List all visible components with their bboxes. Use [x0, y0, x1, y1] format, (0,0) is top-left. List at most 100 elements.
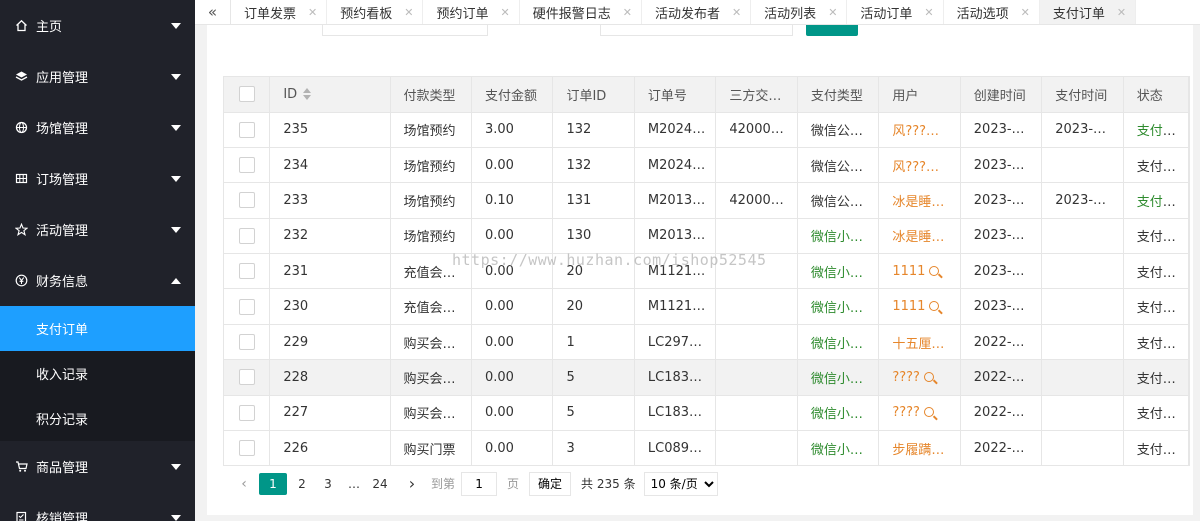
tab-activity-publishers[interactable]: 活动发布者 ✕	[642, 0, 752, 24]
column-header-created: 创建时间	[960, 77, 1043, 113]
sort-icon[interactable]	[303, 88, 312, 101]
cell-status-text: 支付失败	[1136, 442, 1189, 458]
cell-status-text: 支付成功	[1136, 194, 1189, 210]
page-size-select[interactable]: 10 条/页	[643, 471, 718, 496]
search-input[interactable]	[322, 25, 488, 36]
row-checkbox[interactable]	[238, 227, 255, 244]
tab-booking-orders[interactable]: 预约订单 ✕	[423, 0, 520, 24]
tab-label: 订单发票	[244, 6, 297, 22]
page-button-2[interactable]: 2	[291, 473, 313, 495]
chevron-right-icon[interactable]: ›	[401, 473, 423, 495]
cell-user[interactable]: 冰是睡…	[878, 218, 961, 255]
select-all-checkbox[interactable]	[238, 86, 255, 103]
row-checkbox[interactable]	[238, 192, 255, 209]
cell-user[interactable]: 1111	[878, 288, 961, 325]
tab-hardware-alarm-log[interactable]: 硬件报警日志 ✕	[520, 0, 642, 24]
close-icon[interactable]: ✕	[732, 6, 741, 19]
cell-order-no: LC183…	[634, 359, 717, 396]
table-row: 226 购买门票 0.00 3 LC089… 微信小… 步履蹒… 2022-… 支付失败	[224, 430, 1190, 467]
tab-booking-board[interactable]: 预约看板 ✕	[327, 0, 424, 24]
tabs-scroll-left-icon[interactable]: «	[195, 0, 231, 24]
row-checkbox[interactable]	[238, 334, 255, 351]
star-icon	[14, 223, 28, 236]
tab-label: 活动选项	[956, 6, 1009, 22]
sidebar-item-payment-orders[interactable]: 支付订单	[0, 306, 195, 351]
cell-user[interactable]: 1111	[878, 253, 961, 290]
search-button[interactable]	[806, 25, 858, 36]
cell-status: 支付失败	[1123, 288, 1190, 325]
tab-activity-orders[interactable]: 活动订单 ✕	[847, 0, 944, 24]
row-checkbox[interactable]	[238, 440, 255, 457]
cell-id: 235	[269, 112, 391, 148]
close-icon[interactable]: ✕	[623, 6, 632, 19]
sidebar-item-bookings[interactable]: 订场管理	[0, 153, 195, 204]
sidebar-item-apps[interactable]: 应用管理	[0, 51, 195, 102]
close-icon[interactable]: ✕	[828, 6, 837, 19]
cell-created-text: 2023-…	[973, 192, 1025, 208]
row-checkbox[interactable]	[238, 157, 255, 174]
tab-order-invoice[interactable]: 订单发票 ✕	[231, 0, 328, 24]
cell-third-party-text: 42000…	[729, 192, 784, 208]
sidebar-item-verification[interactable]: 核销管理	[0, 492, 195, 521]
row-select-cell	[224, 430, 271, 467]
close-icon[interactable]: ✕	[1021, 6, 1030, 19]
sidebar-item-finance[interactable]: 财务信息	[0, 255, 195, 306]
sidebar-item-home[interactable]: 主页	[0, 0, 195, 51]
cell-user[interactable]: 冰是睡…	[878, 182, 961, 219]
sidebar-item-venues[interactable]: 场馆管理	[0, 102, 195, 153]
sidebar-item-label: 商品管理	[36, 461, 89, 476]
sidebar-item-points-records[interactable]: 积分记录	[0, 396, 195, 441]
cell-user[interactable]: 风???…	[878, 147, 961, 184]
search-input[interactable]	[600, 25, 793, 36]
close-icon[interactable]: ✕	[404, 6, 413, 19]
table-row: 233 场馆预约 0.10 131 M2013… 42000… 微信公… 冰是睡… 2023-……	[224, 182, 1190, 219]
cell-user[interactable]: ????	[878, 359, 961, 396]
cell-order-id: 20	[552, 253, 635, 290]
cell-user[interactable]: 步履蹒…	[878, 430, 961, 467]
tab-payment-orders[interactable]: 支付订单 ✕	[1039, 0, 1137, 24]
goto-confirm-button[interactable]: 确定	[529, 471, 572, 496]
cell-user[interactable]: 风???…	[878, 112, 961, 148]
tab-activity-list[interactable]: 活动列表 ✕	[751, 0, 848, 24]
search-icon[interactable]	[923, 407, 934, 418]
row-checkbox[interactable]	[238, 121, 255, 138]
tab-label: 活动发布者	[654, 6, 720, 22]
cell-order-no: M1121…	[634, 253, 717, 290]
sidebar-item-activities[interactable]: 活动管理	[0, 204, 195, 255]
chevron-down-icon	[171, 226, 181, 233]
close-icon[interactable]: ✕	[1117, 6, 1126, 19]
cell-amount-text: 0.00	[484, 369, 514, 385]
cell-pay-kind-text: 购买会…	[403, 371, 456, 387]
close-icon[interactable]: ✕	[924, 6, 933, 19]
sidebar-item-income-records[interactable]: 收入记录	[0, 351, 195, 396]
close-icon[interactable]: ✕	[308, 6, 317, 19]
row-checkbox[interactable]	[238, 404, 255, 421]
sidebar-item-label: 应用管理	[36, 71, 89, 86]
search-icon[interactable]	[923, 371, 934, 382]
row-checkbox[interactable]	[238, 298, 255, 315]
search-icon[interactable]	[929, 265, 940, 276]
cell-created-text: 2022-…	[973, 440, 1025, 456]
tab-label: 活动列表	[764, 6, 817, 22]
select-all-cell	[224, 77, 271, 113]
cell-pay-type: 微信小…	[797, 253, 880, 290]
cell-pay-type: 微信公…	[797, 147, 880, 184]
row-checkbox[interactable]	[238, 263, 255, 280]
page-button-last[interactable]: 24	[369, 473, 391, 495]
close-icon[interactable]: ✕	[500, 6, 509, 19]
cell-user[interactable]: 十五厘…	[878, 324, 961, 361]
cell-created-text: 2023-…	[973, 122, 1025, 138]
table-row: 229 购买会… 0.00 1 LC297… 微信小… 十五厘… 2022-… 支付失败	[224, 324, 1190, 361]
goto-page-input[interactable]	[461, 471, 498, 496]
tab-activity-options[interactable]: 活动选项 ✕	[944, 0, 1040, 24]
chevron-left-icon[interactable]: ‹	[233, 473, 255, 495]
sidebar-item-goods[interactable]: 商品管理	[0, 441, 195, 492]
cell-user[interactable]: ????	[878, 395, 961, 432]
cell-paid: 2023-…	[1041, 112, 1124, 148]
search-icon[interactable]	[929, 301, 940, 312]
page-button-3[interactable]: 3	[317, 473, 339, 495]
cell-order-id: 3	[552, 430, 635, 467]
column-header-id[interactable]: ID	[269, 77, 391, 113]
page-button-1[interactable]: 1	[259, 472, 287, 495]
row-checkbox[interactable]	[238, 369, 255, 386]
